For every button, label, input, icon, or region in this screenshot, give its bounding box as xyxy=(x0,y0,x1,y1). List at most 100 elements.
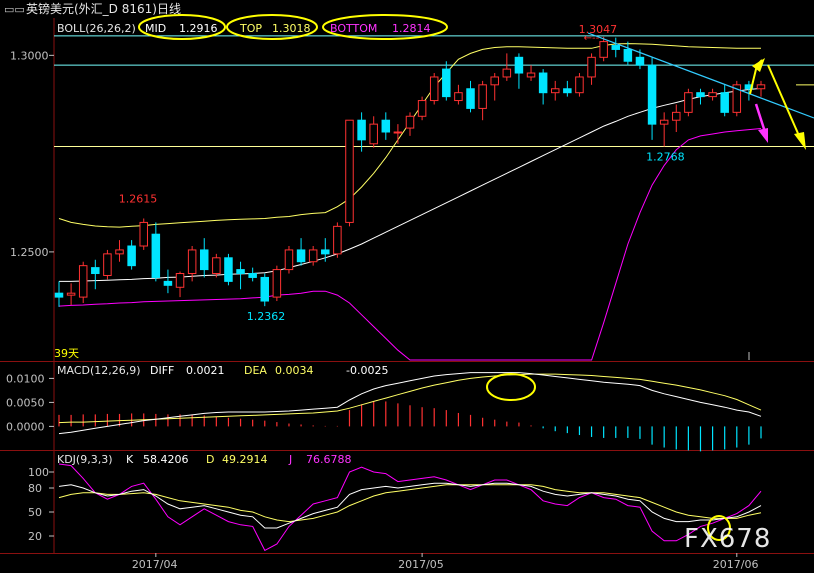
candle xyxy=(599,36,608,62)
macd-tick-label: 0.0000 xyxy=(6,420,45,433)
candle xyxy=(115,240,124,262)
candle xyxy=(647,57,657,140)
candle-body xyxy=(224,257,233,282)
candle-body xyxy=(54,292,64,298)
kdj-j-value: 76.6788 xyxy=(306,453,352,466)
chart-menu-icon[interactable]: ▭▭ xyxy=(4,3,25,16)
candle-body xyxy=(611,45,621,50)
boll-bottom-label: BOTTOM xyxy=(330,22,377,35)
candle xyxy=(357,112,366,152)
macd-tick-label: 0.0100 xyxy=(6,372,45,385)
macd-diff-label: DIFF xyxy=(150,364,174,377)
chart-svg: ▭▭ 英镑美元(外汇_D 8161)日线 1.3000 1.2500 1.2615… xyxy=(0,0,814,571)
kdj-j-label: J xyxy=(288,453,292,466)
boll-top-label: TOP xyxy=(239,22,262,35)
kdj-d-label: D xyxy=(206,453,214,466)
kdj-lines xyxy=(58,463,762,552)
macd-diff-value: 0.0021 xyxy=(186,364,225,377)
macd-value: -0.0025 xyxy=(346,364,388,377)
candle-body xyxy=(454,92,463,102)
candle-body xyxy=(187,249,197,275)
candle xyxy=(103,249,112,280)
candle-body xyxy=(684,92,693,113)
candle-body xyxy=(127,245,136,267)
candle-body xyxy=(345,119,354,223)
d-line xyxy=(58,484,762,523)
window-title: 英镑美元(外汇_D 8161)日线 xyxy=(26,1,181,16)
candle xyxy=(224,253,233,286)
candle-body xyxy=(696,92,705,98)
candle xyxy=(575,73,584,97)
date-x-axis: 2017/04 2017/05 2017/06 xyxy=(132,553,759,571)
price-tick-label: 1.2500 xyxy=(10,246,49,259)
candle xyxy=(429,73,439,105)
candle xyxy=(405,112,415,136)
candle-body xyxy=(296,249,306,263)
candle xyxy=(708,88,717,101)
candle-body xyxy=(212,257,221,275)
candle-body xyxy=(647,64,657,125)
price-y-axis: 1.3000 1.2500 xyxy=(10,49,54,259)
price-label: 1.2362 xyxy=(247,310,285,323)
kdj-tick-label: 100 xyxy=(28,466,49,479)
candle xyxy=(720,84,729,117)
candle xyxy=(296,238,306,266)
boll-bottom-value: 1.2814 xyxy=(392,22,431,35)
price-label: 1.2768 xyxy=(646,151,685,164)
candle xyxy=(696,88,705,105)
boll-mid-value: 1.2916 xyxy=(179,22,218,35)
candle-body xyxy=(260,276,270,302)
macd-name: MACD(12,26,9) xyxy=(57,364,141,377)
candle xyxy=(659,112,669,147)
candle xyxy=(478,80,487,121)
kdj-y-axis: 100 80 50 20 xyxy=(28,466,54,543)
arrow-pink-head xyxy=(758,128,768,143)
boll-mid-label: MID xyxy=(145,22,166,35)
candle xyxy=(345,119,354,227)
candles xyxy=(54,36,766,307)
candle-body xyxy=(284,249,294,271)
date-tick-label: 2017/06 xyxy=(713,558,759,571)
boll-name: BOLL(26,26,2) xyxy=(57,22,136,35)
candle-body xyxy=(66,292,76,296)
candle xyxy=(66,283,76,305)
kdj-tick-label: 80 xyxy=(28,482,42,495)
j-line xyxy=(58,463,762,552)
candle xyxy=(672,104,681,132)
candle xyxy=(248,267,257,282)
candle-body xyxy=(514,56,524,74)
candle-body xyxy=(272,269,282,298)
candle-body xyxy=(139,221,148,247)
kdj-tick-label: 20 xyxy=(28,530,42,543)
candle-body xyxy=(708,92,717,98)
macd-tick-label: 0.0050 xyxy=(6,396,45,409)
candle xyxy=(163,269,173,294)
macd-dea-label: DEA xyxy=(244,364,267,377)
candle-body xyxy=(405,115,415,129)
candle xyxy=(127,240,136,270)
date-tick-label: 2017/05 xyxy=(398,558,444,571)
candle xyxy=(623,41,633,66)
macd-legend: MACD(12,26,9) DIFF 0.0021 DEA 0.0034 -0.… xyxy=(57,364,388,377)
candle-body xyxy=(563,88,572,94)
downtrend-line xyxy=(587,32,814,119)
candle-body xyxy=(357,119,366,141)
candle xyxy=(466,80,475,113)
candle xyxy=(587,53,596,85)
candle xyxy=(308,246,318,266)
candle xyxy=(175,271,185,298)
arrow-down-head xyxy=(794,132,806,150)
chart-window: ▭▭ 英镑美元(外汇_D 8161)日线 1.3000 1.2500 1.2615… xyxy=(0,0,814,573)
candle-body xyxy=(756,84,766,90)
kdj-d-value: 49.2914 xyxy=(222,453,268,466)
candle-body xyxy=(623,48,633,62)
watermark: FX678 xyxy=(684,524,771,554)
candle xyxy=(139,218,148,250)
macd-panel: 0.0100 0.0050 0.0000 MACD(12,26,9) DIFF 0.… xyxy=(6,364,762,452)
candle-body xyxy=(381,119,391,133)
candle xyxy=(756,80,766,97)
candle xyxy=(91,259,100,290)
candle xyxy=(393,124,403,144)
candle xyxy=(732,80,742,117)
candle xyxy=(236,261,245,290)
